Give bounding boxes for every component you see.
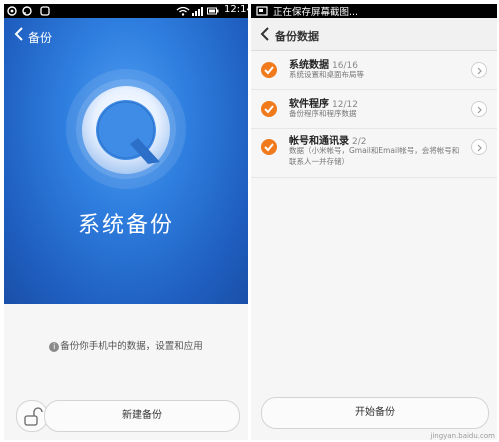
hero-title: 系统备份 [77,213,174,238]
chevron-right-icon[interactable] [471,101,487,117]
item-subtitle: 系统设置和桌面布局等 [289,70,364,79]
backup-data-screen: 正在保存屏幕截图... 备份数据 系统数据 16/16 系统设置和桌面布局等 软件… [251,4,497,440]
list-item-system-data[interactable]: 系统数据 16/16 系统设置和桌面布局等 [251,51,497,90]
backup-screen: 12:14 备份 系统备份 i备份你手机中的数据，设置和应用 新建备份 [4,4,248,440]
check-icon[interactable] [261,62,277,78]
status-message: 正在保存屏幕截图... [273,7,359,18]
chat-icon [22,6,32,16]
notification-icon [7,6,17,16]
start-backup-button[interactable]: 开始备份 [261,397,489,429]
battery-icon [207,7,219,15]
item-subtitle: 备份程序和程序数据 [289,109,357,118]
page-title: 备份数据 [275,30,319,43]
watermark: jingyan.baidu.com [430,432,495,440]
status-time: 12:14 [224,4,248,15]
check-icon[interactable] [261,101,277,117]
unlock-icon [24,407,43,426]
item-subtitle: 数据（小米帐号，Gmail和Email帐号，会将帐号和联系人一并存储） [289,146,460,166]
wifi-icon [176,6,190,16]
back-arrow-icon[interactable] [259,26,271,42]
settings-notification-icon [40,6,50,16]
check-icon[interactable] [261,139,277,155]
page-title: 备份 [28,31,53,45]
screenshot-icon [256,6,268,16]
back-arrow-icon[interactable] [13,26,25,42]
new-backup-button[interactable]: 新建备份 [44,400,240,432]
chevron-right-icon[interactable] [471,139,487,155]
info-icon: i [49,341,60,352]
list-item-apps[interactable]: 软件程序 12/12 备份程序和程序数据 [251,90,497,129]
info-line: i 备份你手机中的数据，设置和应用 [4,338,248,352]
signal-icon [192,7,203,16]
list-item-accounts-contacts[interactable]: 帐号和通讯录 2/2 数据（小米帐号，Gmail和Email帐号，会将帐号和联系人… [251,129,497,178]
backup-logo-icon [82,86,170,174]
chevron-right-icon[interactable] [471,62,487,78]
status-bar: 正在保存屏幕截图... [251,4,497,18]
status-bar: 12:14 [4,4,248,18]
info-text: 备份你手机中的数据，设置和应用 [60,341,203,352]
